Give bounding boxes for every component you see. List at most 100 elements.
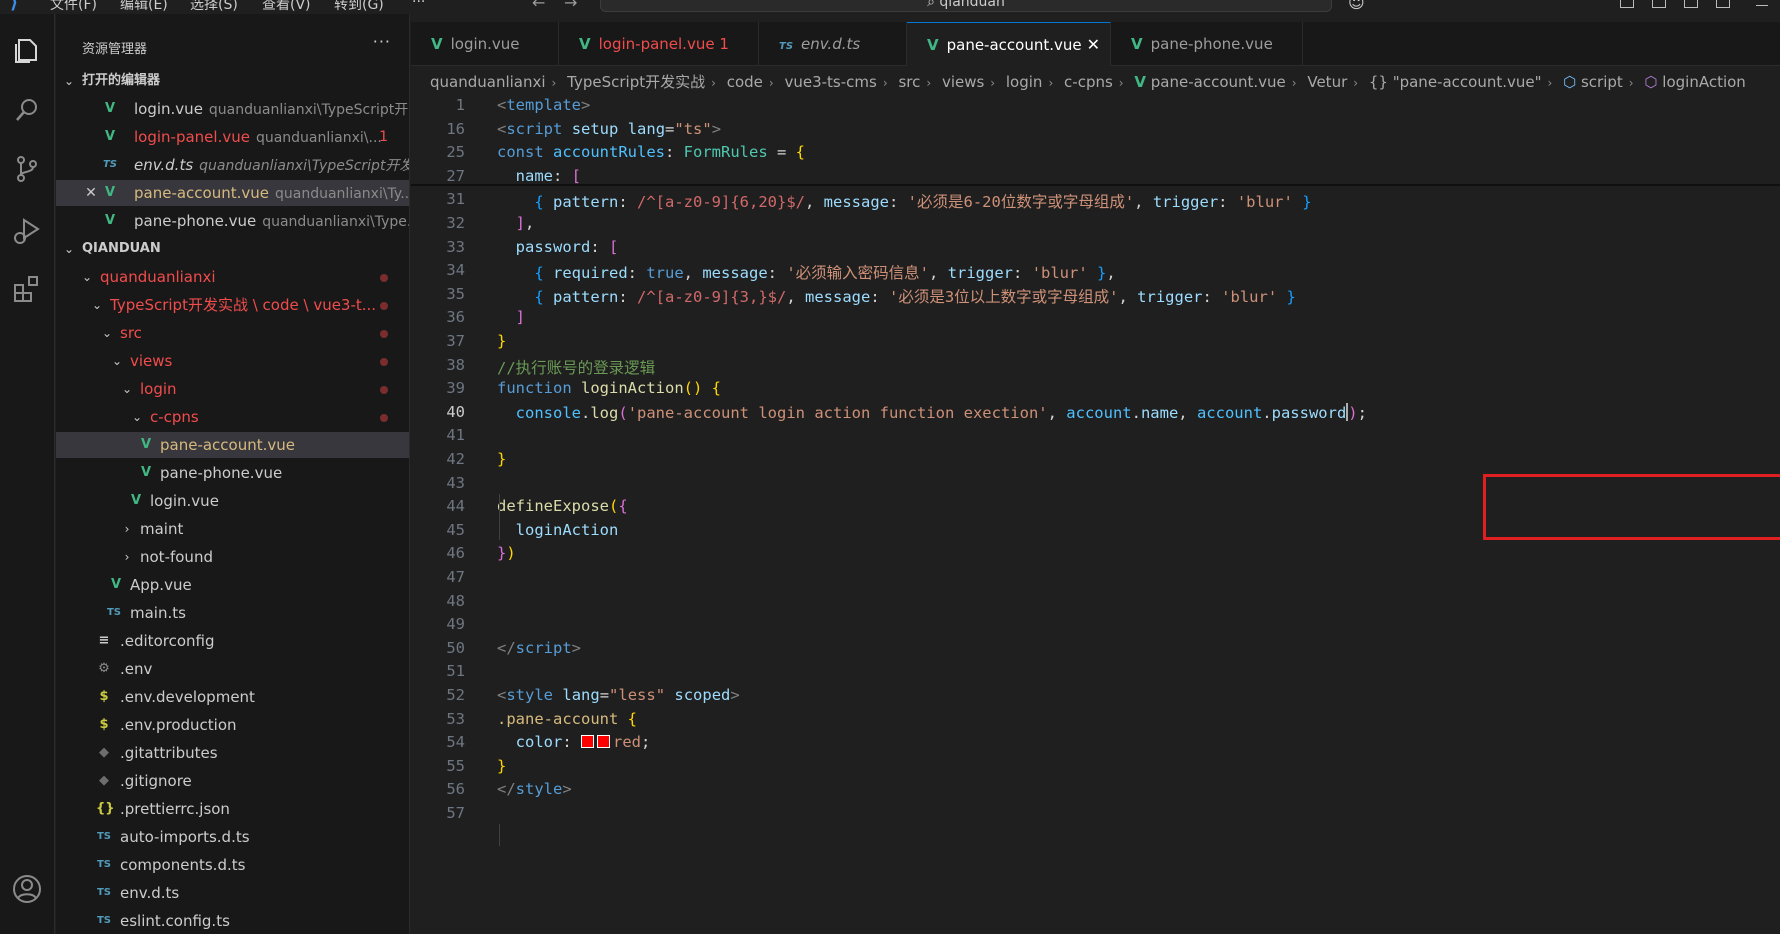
code-editor[interactable]: 1 <template> 16 <script setup lang="ts"> 25 c… — [411, 94, 1780, 934]
code-line[interactable]: <template> — [497, 96, 590, 114]
tab-login-panel-vue[interactable]: Vlogin-panel.vue 1 — [559, 22, 759, 66]
open-editor-item[interactable]: V login-panel.vue quanduanlianxi\... 1 — [56, 124, 409, 150]
command-center-search[interactable]: ⌕ qianduan — [600, 0, 1332, 12]
tab-login-vue[interactable]: Vlogin.vue — [411, 22, 559, 66]
tree-file[interactable]: TS main.ts — [56, 600, 409, 626]
tree-file[interactable]: TS env.d.ts — [56, 880, 409, 906]
code-line[interactable]: console.log('pane-account login action f… — [497, 402, 1367, 422]
tree-file[interactable]: V App.vue — [56, 572, 409, 598]
code-line[interactable]: }) — [497, 544, 516, 562]
tree-file[interactable]: ⚙ .env — [56, 656, 409, 682]
tree-file[interactable]: Vpane-phone.vue — [56, 460, 409, 486]
tree-file-selected[interactable]: Vpane-account.vue — [56, 432, 409, 458]
close-icon[interactable]: ✕ — [1087, 23, 1100, 67]
code-line[interactable]: function loginAction() { — [497, 379, 721, 397]
toggle-panel-icon[interactable] — [1684, 0, 1698, 8]
run-debug-icon[interactable] — [10, 214, 44, 248]
code-line[interactable]: { pattern: /^[a-z0-9]{6,20}$/, message: … — [497, 190, 1311, 212]
open-editor-item[interactable]: TS env.d.ts quanduanlianxi\TypeScript开发..… — [56, 152, 409, 178]
code-line[interactable]: <script setup lang="ts"> — [497, 120, 721, 138]
tree-file[interactable]: {} .prettierrc.json — [56, 796, 409, 822]
code-line[interactable]: defineExpose({ — [497, 497, 628, 515]
tree-folder[interactable]: ⌄ views — [56, 348, 409, 374]
minimize-icon[interactable] — [1756, 0, 1768, 6]
breadcrumb-item[interactable]: views — [942, 73, 984, 91]
layout-icon[interactable] — [1620, 0, 1634, 8]
tree-file[interactable]: ◆ .gitattributes — [56, 740, 409, 766]
code-line[interactable]: .pane-account { — [497, 710, 637, 728]
copilot-icon[interactable]: ☺ — [1348, 0, 1365, 12]
menu-view[interactable]: 查看(V) — [262, 0, 311, 14]
breadcrumb-item[interactable]: code — [727, 73, 763, 91]
tree-file[interactable]: TS auto-imports.d.ts — [56, 824, 409, 850]
code-line[interactable]: password: [ — [497, 238, 619, 256]
code-line[interactable]: } — [497, 332, 506, 350]
tree-file[interactable]: ≡ .editorconfig — [56, 628, 409, 654]
breadcrumb-item[interactable]: quanduanlianxi — [430, 73, 546, 91]
code-line[interactable]: color: red; — [497, 733, 651, 751]
menu-file[interactable]: 文件(F) — [50, 0, 97, 14]
account-icon[interactable] — [10, 872, 44, 906]
breadcrumb-item[interactable]: c-cpns — [1064, 73, 1113, 91]
code-line[interactable]: { pattern: /^[a-z0-9]{3,}$/, message: '必… — [497, 285, 1296, 307]
tree-folder[interactable]: ⌄ TypeScript开发实战 \ code \ vue3-t... — [56, 292, 409, 318]
breadcrumb-item[interactable]: loginAction — [1662, 73, 1746, 91]
menu-edit[interactable]: 编辑(E) — [120, 0, 168, 14]
menu-selection[interactable]: 选择(S) — [190, 0, 238, 14]
search-icon[interactable] — [10, 93, 44, 127]
code-line[interactable]: //执行账号的登录逻辑 — [497, 356, 655, 378]
code-line[interactable]: <style lang="less" scoped> — [497, 686, 740, 704]
git-icon: ◆ — [99, 745, 109, 760]
breadcrumb-item[interactable]: script — [1581, 73, 1623, 91]
explorer-more-button[interactable]: ··· — [373, 32, 391, 51]
code-line[interactable]: const accountRules: FormRules = { — [497, 143, 805, 161]
code-line[interactable]: ], — [497, 214, 535, 232]
tree-folder[interactable]: › not-found — [56, 544, 409, 570]
source-control-icon[interactable] — [10, 152, 44, 186]
open-editor-item-active[interactable]: ✕ V pane-account.vue quanduanlianxi\Ty... — [56, 180, 409, 206]
tree-file[interactable]: TS components.d.ts — [56, 852, 409, 878]
breadcrumb-item[interactable]: Vetur — [1307, 73, 1347, 91]
breadcrumb-item[interactable]: vue3-ts-cms — [784, 73, 876, 91]
workspace-section[interactable]: ⌄ QIANDUAN — [56, 236, 409, 262]
menu-more-button[interactable]: ··· — [412, 0, 425, 10]
tree-file[interactable]: $ .env.development — [56, 684, 409, 710]
code-line[interactable]: { required: true, message: '必须输入密码信息', t… — [497, 261, 1115, 283]
menu-go[interactable]: 转到(G) — [334, 0, 384, 14]
tree-file[interactable]: Vlogin.vue — [56, 488, 409, 514]
close-icon[interactable]: ✕ — [84, 180, 98, 206]
code-line[interactable]: } — [497, 450, 506, 468]
tab-env-d-ts[interactable]: TS env.d.ts — [759, 22, 907, 66]
workspace-label: QIANDUAN — [82, 241, 161, 256]
breadcrumb-item[interactable]: pane-account.vue — [1151, 73, 1286, 91]
tab-pane-account-vue[interactable]: Vpane-account.vue ✕ — [907, 22, 1111, 66]
breadcrumb-item[interactable]: TypeScript开发实战 — [567, 73, 705, 91]
code-line[interactable]: loginAction — [497, 521, 619, 539]
open-editor-item[interactable]: V pane-phone.vue quanduanlianxi\Type... — [56, 208, 409, 234]
tree-file[interactable]: ◆ .gitignore — [56, 768, 409, 794]
forward-arrow-icon[interactable]: → — [564, 0, 577, 12]
code-line[interactable]: </script> — [497, 639, 581, 657]
tab-pane-phone-vue[interactable]: Vpane-phone.vue — [1111, 22, 1303, 66]
tree-folder[interactable]: ⌄ c-cpns — [56, 404, 409, 430]
extensions-icon[interactable] — [10, 272, 44, 306]
code-line[interactable]: } — [497, 757, 506, 775]
code-line[interactable]: name: [ — [497, 167, 581, 185]
breadcrumb-item[interactable]: {} "pane-account.vue" — [1369, 73, 1542, 91]
code-line[interactable]: ] — [497, 308, 525, 326]
back-arrow-icon[interactable]: ← — [532, 0, 545, 12]
tree-file[interactable]: TS eslint.config.ts — [56, 908, 409, 934]
toggle-sidebar-icon[interactable] — [1652, 0, 1666, 8]
open-editor-item[interactable]: V login.vue quanduanlianxi\TypeScript开... — [56, 96, 409, 122]
tree-folder[interactable]: ⌄ src — [56, 320, 409, 346]
code-line[interactable]: </style> — [497, 780, 572, 798]
open-editors-section[interactable]: ⌄ 打开的编辑器 — [56, 68, 409, 94]
tree-folder[interactable]: › maint — [56, 516, 409, 542]
breadcrumb-item[interactable]: src — [898, 73, 920, 91]
tree-folder[interactable]: ⌄ login — [56, 376, 409, 402]
tree-folder[interactable]: ⌄ quanduanlianxi — [56, 264, 409, 290]
explorer-icon[interactable] — [10, 34, 44, 68]
breadcrumb-item[interactable]: login — [1006, 73, 1043, 91]
tree-file[interactable]: $ .env.production — [56, 712, 409, 738]
toggle-secondary-sidebar-icon[interactable] — [1716, 0, 1730, 8]
